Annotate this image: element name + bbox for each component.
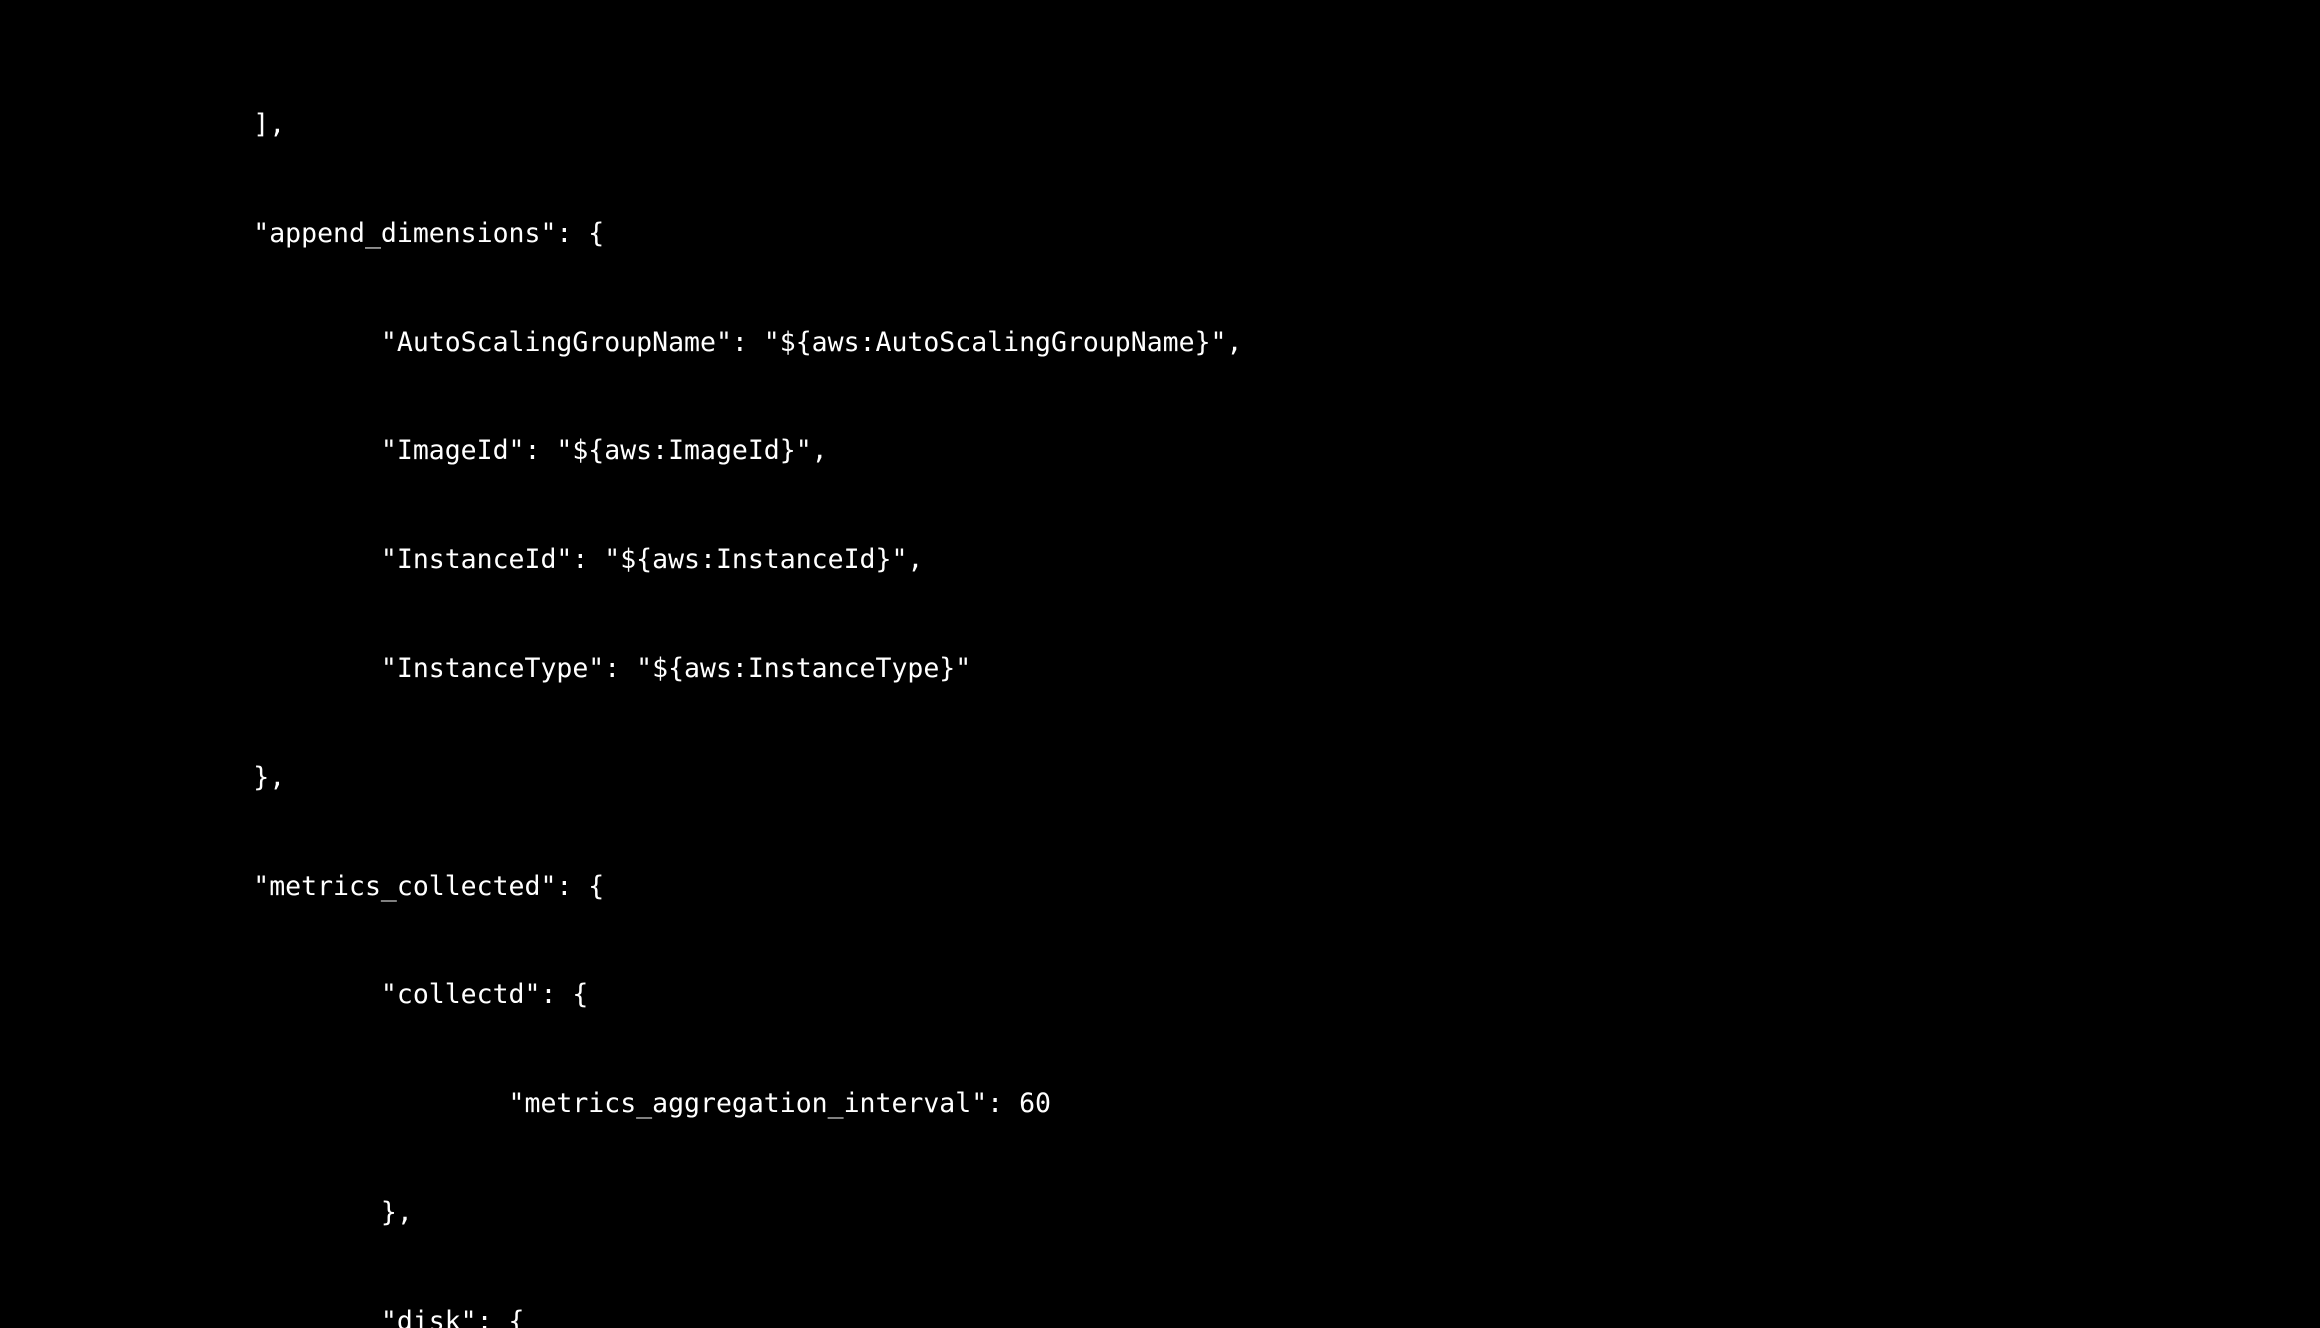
config-line: "append_dimensions": { (0, 217, 605, 249)
terminal-screen: ], "append_dimensions": { "AutoScalingGr… (0, 0, 2040, 1328)
terminal-window[interactable]: ], "append_dimensions": { "AutoScalingGr… (0, 0, 2320, 1328)
config-line: "InstanceId": "${aws:InstanceId}", (0, 544, 924, 576)
config-line: "InstanceType": "${aws:InstanceType}" (0, 652, 972, 684)
config-line: }, (0, 761, 286, 793)
config-line: "AutoScalingGroupName": "${aws:AutoScali… (0, 326, 1243, 358)
config-line: "collectd": { (0, 979, 589, 1011)
config-line: "ImageId": "${aws:ImageId}", (0, 435, 828, 467)
config-line: "metrics_aggregation_interval": 60 (0, 1088, 1051, 1120)
config-line: "disk": { (0, 1305, 525, 1328)
config-line: "metrics_collected": { (0, 870, 605, 902)
config-line: ], (0, 108, 286, 140)
config-line: }, (0, 1197, 413, 1229)
